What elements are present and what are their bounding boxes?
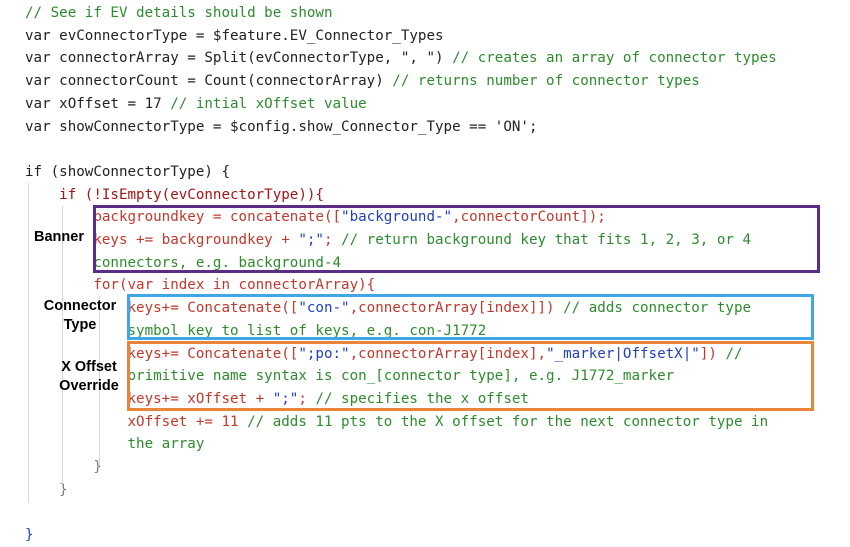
code-token: // returns number of connector types xyxy=(392,73,700,90)
code-token: // creates an array of connector types xyxy=(452,50,777,67)
connector-type-label: Connector Type xyxy=(34,297,126,335)
code-token: var showConnectorType = $config.show_Con… xyxy=(25,118,538,135)
code-token: } xyxy=(25,481,68,498)
code-line: var connectorArray = Split(evConnectorTy… xyxy=(25,47,777,70)
code-token: var evConnectorType = $feature.EV_Connec… xyxy=(25,27,444,44)
code-line: var connectorCount = Count(connectorArra… xyxy=(25,70,700,93)
code-token: if (!IsEmpty(evConnectorType)){ xyxy=(25,186,324,203)
code-token: xOffset += 11 xyxy=(25,413,248,430)
banner-highlight-box xyxy=(93,205,820,273)
code-line: var showConnectorType = $config.show_Con… xyxy=(25,116,538,139)
code-line: var xOffset = 17 // intial xOffset value xyxy=(25,93,367,116)
code-line: xOffset += 11 // adds 11 pts to the X of… xyxy=(25,411,768,434)
x-offset-override-label: X Offset Override xyxy=(52,358,126,396)
code-line: if (showConnectorType) { xyxy=(25,161,230,184)
code-line: if (!IsEmpty(evConnectorType)){ xyxy=(25,184,324,207)
code-token: } xyxy=(25,459,102,475)
x-offset-highlight-box xyxy=(127,341,814,411)
code-token: for(var index in connectorArray){ xyxy=(25,277,376,294)
code-token: the array xyxy=(25,436,205,453)
code-token: var connectorCount = Count(connectorArra… xyxy=(25,73,393,90)
code-token: if (showConnectorType) { xyxy=(25,163,230,180)
connector-type-highlight-box xyxy=(127,294,814,340)
x-offset-override-label-text: X Offset Override xyxy=(59,359,119,394)
code-token: var connectorArray = Split(evConnectorTy… xyxy=(25,50,453,67)
code-line: the array xyxy=(25,433,204,456)
code-line: // See if EV details should be shown xyxy=(25,2,333,25)
code-line: } xyxy=(25,524,34,547)
banner-label: Banner xyxy=(34,229,84,245)
code-token: } xyxy=(25,527,34,544)
code-token: // adds 11 pts to the X offset for the n… xyxy=(247,413,769,430)
code-line: } xyxy=(25,456,102,479)
code-token: // intial xOffset value xyxy=(170,95,367,112)
indent-guide xyxy=(62,206,63,484)
code-token: // See if EV details should be shown xyxy=(25,5,333,21)
code-token: var xOffset = 17 xyxy=(25,95,171,112)
code-line: var evConnectorType = $feature.EV_Connec… xyxy=(25,25,444,48)
connector-type-label-text: Connector Type xyxy=(43,298,117,333)
